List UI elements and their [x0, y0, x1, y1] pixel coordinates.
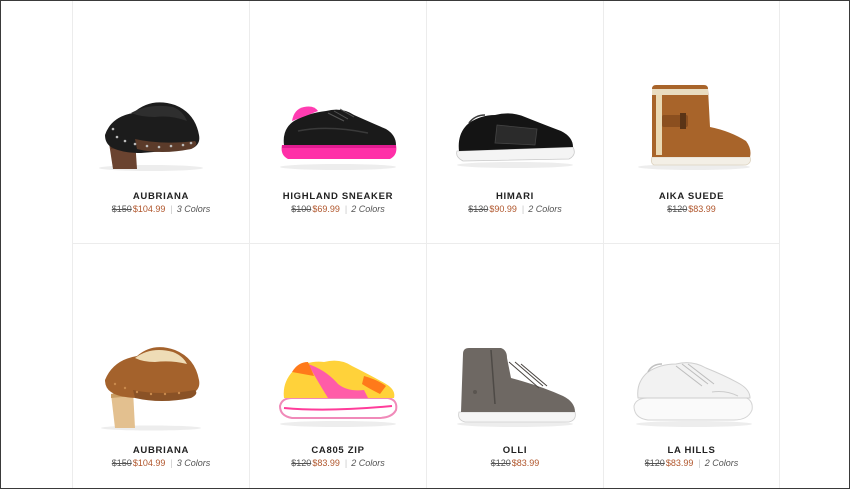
chestnut-boot-icon[interactable]	[622, 75, 762, 175]
product-price: $150$104.99 | 3 Colors	[73, 458, 249, 468]
product-price: $120$83.99 | 2 Colors	[250, 458, 426, 468]
product-grid: AUBRIANA $150$104.99 | 3 Colors HIGHLAND S…	[72, 1, 780, 488]
product-name[interactable]: AIKA SUEDE	[604, 191, 779, 202]
sale-price: $83.99	[665, 458, 694, 468]
sale-price: $90.99	[489, 204, 517, 214]
color-count: 2 Colors	[351, 458, 385, 468]
product-name[interactable]: AUBRIANA	[73, 445, 249, 456]
product-price: $100$69.99 | 2 Colors	[250, 204, 426, 214]
divider: |	[170, 458, 173, 468]
original-price: $130	[468, 204, 489, 214]
neon-runner-sneaker-icon[interactable]	[268, 332, 408, 432]
divider: |	[521, 204, 525, 214]
divider: |	[698, 458, 701, 468]
white-sneaker-icon[interactable]	[622, 332, 762, 432]
product-name[interactable]: HIGHLAND SNEAKER	[250, 191, 426, 202]
product-price: $130$90.99 | 2 Colors	[427, 204, 603, 214]
chestnut-clog-icon[interactable]	[91, 332, 231, 432]
black-slip-on-sneaker-icon[interactable]	[445, 75, 585, 175]
product-card[interactable]: OLLI $120$83.99	[426, 244, 603, 488]
original-price: $120	[667, 204, 688, 214]
product-name[interactable]: OLLI	[427, 445, 603, 456]
black-clog-icon[interactable]	[91, 75, 231, 175]
color-count: 3 Colors	[176, 458, 211, 468]
color-count: 2 Colors	[351, 204, 385, 214]
sale-price: $104.99	[132, 204, 166, 214]
product-card[interactable]: LA HILLS $120$83.99 | 2 Colors	[603, 244, 780, 488]
original-price: $100	[291, 204, 312, 214]
pink-platform-sneaker-icon[interactable]	[268, 75, 408, 175]
product-card[interactable]: HIMARI $130$90.99 | 2 Colors	[426, 1, 603, 244]
product-name[interactable]: HIMARI	[427, 191, 603, 202]
product-card[interactable]: CA805 ZIP $120$83.99 | 2 Colors	[249, 244, 426, 488]
original-price: $120	[644, 458, 665, 468]
product-card[interactable]: AUBRIANA $150$104.99 | 3 Colors	[72, 1, 249, 244]
sale-price: $69.99	[312, 204, 340, 214]
original-price: $150	[111, 204, 132, 214]
sale-price: $83.99	[688, 204, 716, 214]
product-card[interactable]: AUBRIANA $150$104.99 | 3 Colors	[72, 244, 249, 488]
sale-price: $104.99	[132, 458, 166, 468]
product-price: $150$104.99 | 3 Colors	[73, 204, 249, 214]
page-frame: AUBRIANA $150$104.99 | 3 Colors HIGHLAND S…	[0, 0, 850, 489]
color-count: 2 Colors	[528, 204, 562, 214]
product-card[interactable]: HIGHLAND SNEAKER $100$69.99 | 2 Colors	[249, 1, 426, 244]
product-card[interactable]: AIKA SUEDE $120$83.99	[603, 1, 780, 244]
product-price: $120$83.99	[604, 204, 779, 214]
product-name[interactable]: LA HILLS	[604, 445, 779, 456]
original-price: $120	[291, 458, 312, 468]
product-name[interactable]: CA805 ZIP	[250, 445, 426, 456]
divider: |	[170, 204, 173, 214]
grey-high-top-icon[interactable]	[445, 332, 585, 432]
sale-price: $83.99	[312, 458, 340, 468]
product-price: $120$83.99 | 2 Colors	[604, 458, 779, 468]
product-price: $120$83.99	[427, 458, 603, 468]
original-price: $120	[490, 458, 511, 468]
color-count: 3 Colors	[176, 204, 211, 214]
color-count: 2 Colors	[704, 458, 739, 468]
divider: |	[344, 458, 348, 468]
product-name[interactable]: AUBRIANA	[73, 191, 249, 202]
divider: |	[344, 204, 348, 214]
sale-price: $83.99	[511, 458, 540, 468]
original-price: $150	[111, 458, 132, 468]
